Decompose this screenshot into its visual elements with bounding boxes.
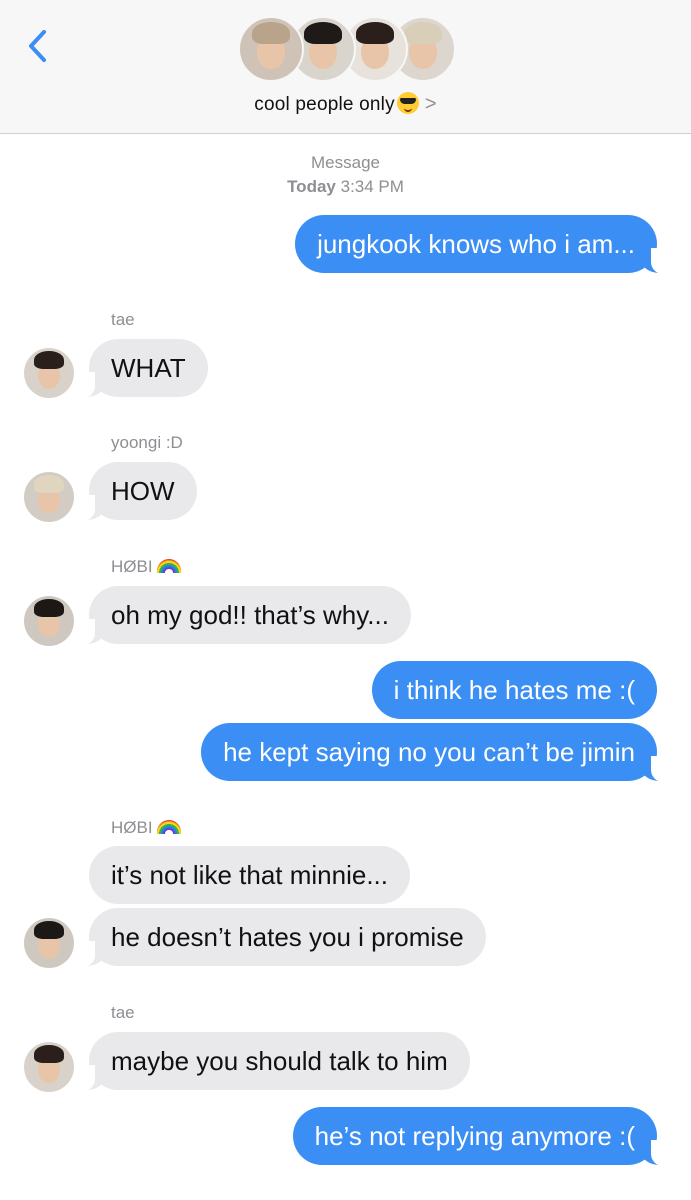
outgoing-message[interactable]: he’s not replying anymore :(	[292, 1107, 672, 1166]
message-text: maybe you should talk to him	[111, 1046, 448, 1076]
group-name: cool people only	[254, 94, 395, 115]
message-text: oh my god!! that’s why...	[111, 600, 389, 630]
group-avatar-1	[238, 16, 304, 82]
sender-name: HØBI	[111, 557, 181, 577]
sender-name: tae	[111, 310, 135, 329]
avatar[interactable]	[24, 1042, 74, 1092]
incoming-message[interactable]: oh my god!! that’s why...	[75, 586, 411, 645]
group-avatars[interactable]	[238, 16, 458, 86]
avatar[interactable]	[24, 918, 74, 968]
incoming-message[interactable]: WHAT	[75, 339, 208, 398]
message-text: jungkook knows who i am...	[317, 229, 635, 259]
sender-label: HØBI	[111, 818, 153, 837]
message-text: it’s not like that minnie...	[111, 860, 388, 890]
timestamp-clock: 3:34 PM	[340, 177, 404, 196]
sender-label: HØBI	[111, 557, 153, 576]
message-text: WHAT	[111, 353, 186, 383]
timestamp-label: Message	[311, 153, 380, 172]
conversation-header: cool people only >	[0, 0, 691, 134]
message-text: he’s not replying anymore :(	[314, 1121, 635, 1151]
sunglasses-emoji-icon	[396, 92, 419, 114]
avatar[interactable]	[24, 472, 74, 522]
chevron-left-icon	[29, 30, 46, 62]
avatar[interactable]	[24, 348, 74, 398]
message-text: HOW	[111, 476, 175, 506]
incoming-message[interactable]: it’s not like that minnie...	[89, 846, 410, 904]
sender-name: HØBI	[111, 818, 181, 838]
incoming-message[interactable]: HOW	[75, 462, 197, 521]
timestamp-day: Today	[287, 177, 336, 196]
sender-name: tae	[111, 1003, 135, 1022]
back-button[interactable]	[24, 26, 54, 66]
outgoing-message[interactable]: jungkook knows who i am...	[295, 215, 671, 274]
incoming-message[interactable]: he doesn’t hates you i promise	[75, 908, 486, 967]
sender-name: yoongi :D	[111, 433, 183, 452]
group-name-row[interactable]: cool people only >	[0, 92, 691, 116]
outgoing-message[interactable]: i think he hates me :(	[371, 661, 657, 719]
message-text: he kept saying no you can’t be jimin	[223, 737, 635, 767]
chevron-right-icon: >	[424, 93, 437, 115]
incoming-message[interactable]: maybe you should talk to him	[75, 1032, 470, 1091]
message-text: he doesn’t hates you i promise	[111, 922, 464, 952]
rainbow-emoji-icon	[156, 559, 181, 573]
outgoing-message[interactable]: he kept saying no you can’t be jimin	[201, 723, 671, 782]
rainbow-emoji-icon	[156, 820, 181, 834]
message-text: i think he hates me :(	[393, 675, 635, 705]
timestamp-time: Today 3:34 PM	[0, 177, 691, 197]
avatar[interactable]	[24, 596, 74, 646]
